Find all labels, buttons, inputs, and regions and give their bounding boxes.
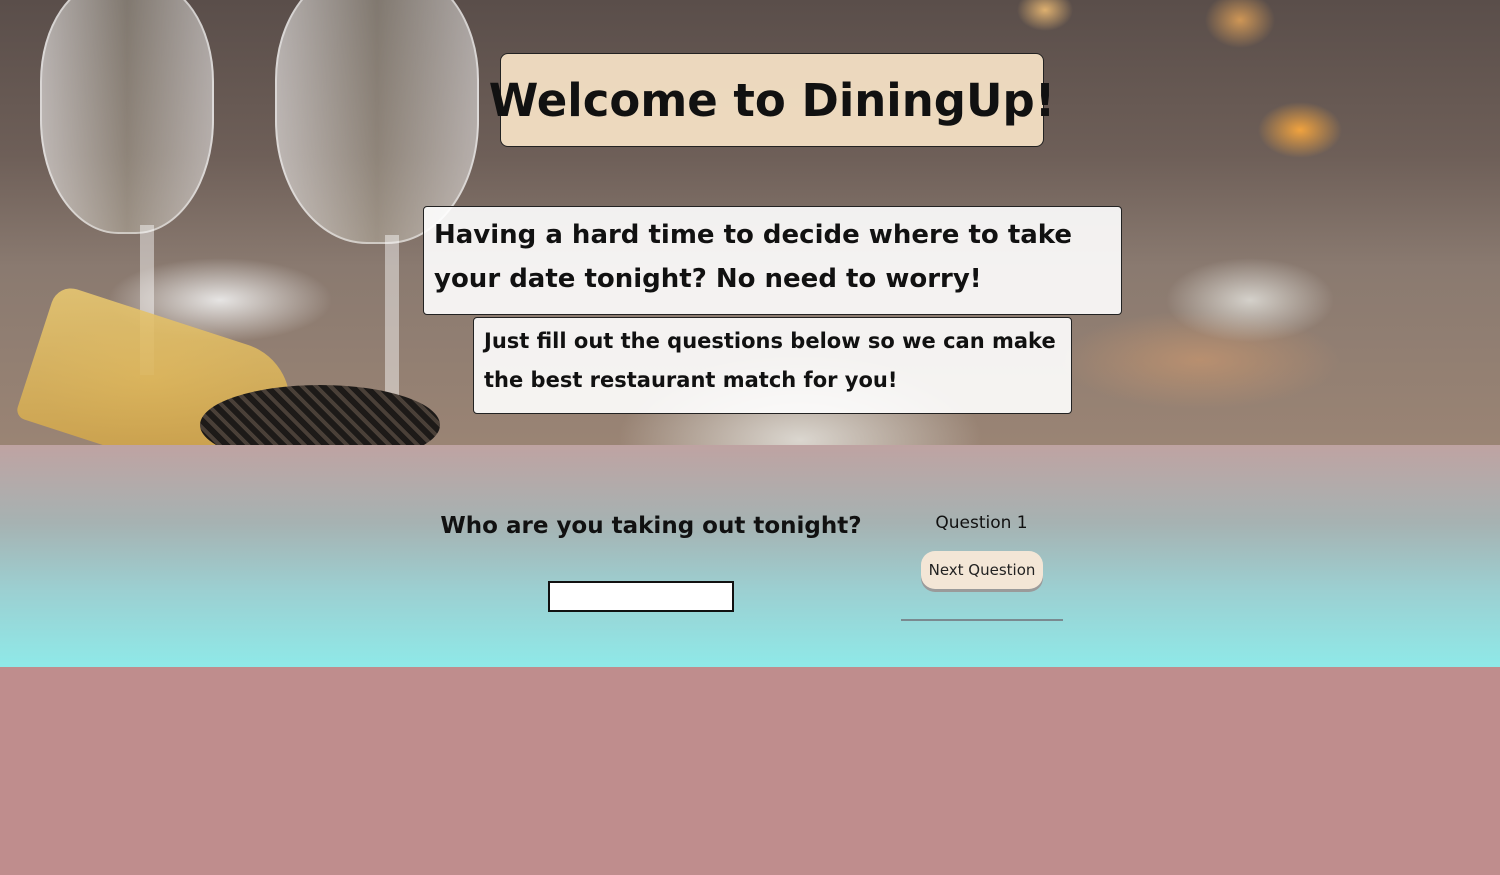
hero-banner: Welcome to DiningUp! Having a hard time … <box>0 0 1500 445</box>
instructions-text: Just fill out the questions below so we … <box>484 329 1056 392</box>
instructions-box: Just fill out the questions below so we … <box>473 317 1072 414</box>
question-section: Who are you taking out tonight? Question… <box>0 445 1500 667</box>
divider <box>901 619 1063 621</box>
wine-glass-stem <box>385 235 399 405</box>
next-question-button[interactable]: Next Question <box>921 551 1043 589</box>
page-title: Welcome to DiningUp! <box>488 73 1056 127</box>
wine-glass-image <box>40 0 214 234</box>
intro-text: Having a hard time to decide where to ta… <box>434 220 1073 294</box>
answer-input[interactable] <box>548 581 734 612</box>
question-text: Who are you taking out tonight? <box>440 513 862 539</box>
welcome-title-box: Welcome to DiningUp! <box>489 53 1055 147</box>
intro-box: Having a hard time to decide where to ta… <box>423 206 1122 315</box>
question-counter: Question 1 <box>935 513 1028 533</box>
